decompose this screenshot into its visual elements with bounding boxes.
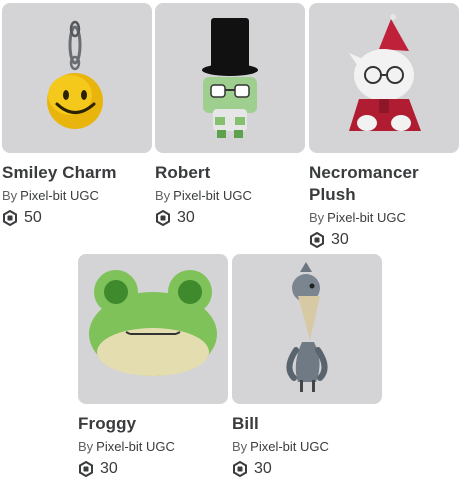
robux-icon [310,232,324,248]
price-value: 30 [177,209,195,226]
item-name[interactable]: Smiley Charm [2,162,152,184]
froggy-image [89,270,217,376]
robux-icon [3,210,17,226]
price-value: 30 [100,460,118,477]
item-creator: By Pixel-bit UGC [309,208,459,228]
item-price: 30 [309,229,459,251]
creator-link[interactable]: Pixel-bit UGC [96,439,175,454]
item-name[interactable]: Necromancer Plush [309,162,459,206]
item-creator: By Pixel-bit UGC [155,186,305,206]
creator-link[interactable]: Pixel-bit UGC [250,439,329,454]
item-price: 30 [78,458,228,480]
item-creator: By Pixel-bit UGC [2,186,152,206]
item-name[interactable]: Froggy [78,413,228,435]
item-price: 30 [232,458,382,480]
creator-prefix: By [309,210,325,225]
item-card[interactable]: Robert By Pixel-bit UGC 30 [155,3,305,229]
item-thumbnail[interactable] [2,3,152,153]
item-thumbnail[interactable] [232,254,382,404]
item-card[interactable]: Necromancer Plush By Pixel-bit UGC 30 [309,3,459,251]
necromancer-plush-image [349,14,421,131]
robux-icon [79,461,93,477]
item-price: 50 [2,207,152,229]
creator-link[interactable]: Pixel-bit UGC [327,210,406,225]
robux-icon [156,210,170,226]
item-card[interactable]: Smiley Charm By Pixel-bit UGC 50 [2,3,152,229]
item-creator: By Pixel-bit UGC [78,437,228,457]
creator-link[interactable]: Pixel-bit UGC [173,188,252,203]
item-name[interactable]: Robert [155,162,305,184]
item-name[interactable]: Bill [232,413,382,435]
robert-image [202,18,258,138]
creator-link[interactable]: Pixel-bit UGC [20,188,99,203]
creator-prefix: By [155,188,171,203]
item-thumbnail[interactable] [155,3,305,153]
item-creator: By Pixel-bit UGC [232,437,382,457]
item-price: 30 [155,207,305,229]
item-thumbnail[interactable] [309,3,459,153]
item-thumbnail[interactable] [78,254,228,404]
item-card[interactable]: Froggy By Pixel-bit UGC 30 [78,254,228,480]
creator-prefix: By [2,188,18,203]
price-value: 30 [331,231,349,248]
creator-prefix: By [78,439,94,454]
price-value: 30 [254,460,272,477]
creator-prefix: By [232,439,248,454]
bill-image [286,262,328,392]
smiley-charm-image [47,20,103,129]
item-card[interactable]: Bill By Pixel-bit UGC 30 [232,254,382,480]
robux-icon [233,461,247,477]
price-value: 50 [24,209,42,226]
